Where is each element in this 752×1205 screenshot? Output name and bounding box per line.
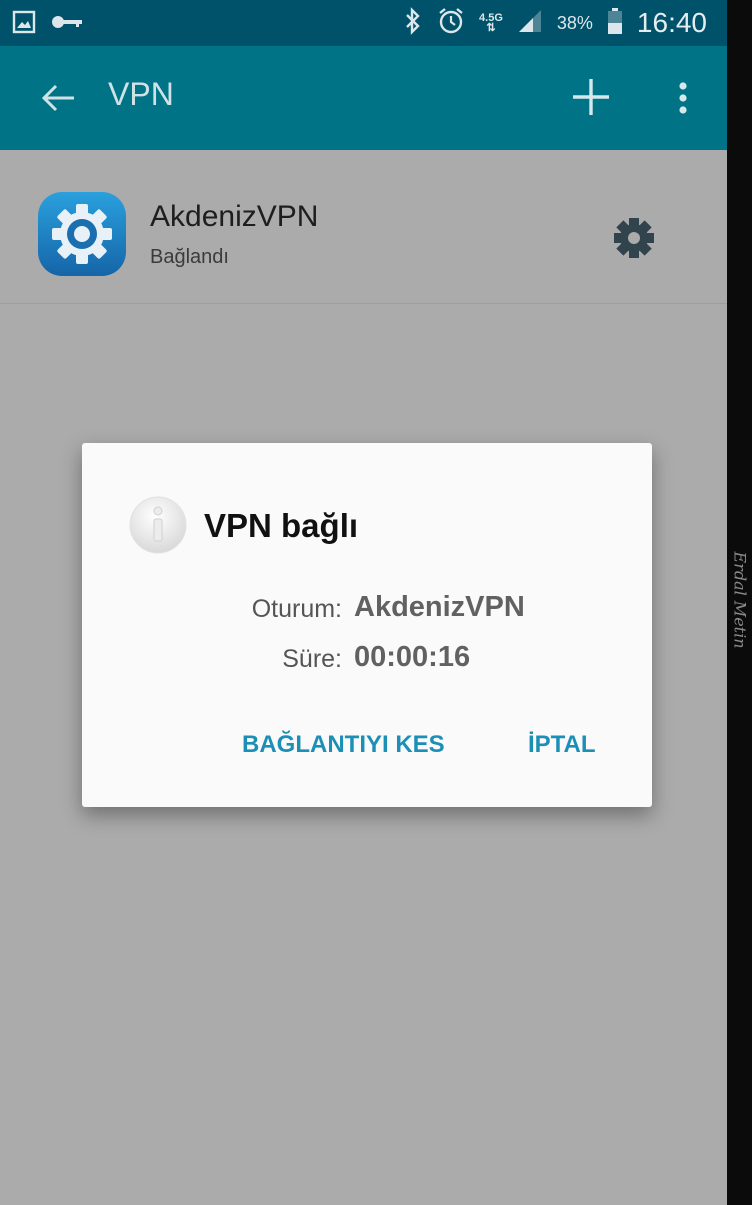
vpn-name: AkdenizVPN (150, 200, 319, 233)
network-type: 4.5G ⇅ (479, 12, 503, 34)
session-label: Oturum: (251, 595, 342, 623)
add-vpn-button[interactable] (568, 74, 614, 120)
status-right-icons: 4.5G ⇅ 38% 16:40 (403, 0, 707, 46)
settings-app-icon (36, 190, 128, 278)
vpn-connected-dialog: VPN bağlı Oturum: AkdenizVPN Süre: 00:00… (82, 443, 652, 807)
signal-icon (517, 8, 543, 39)
status-bar: 4.5G ⇅ 38% 16:40 (0, 0, 727, 46)
arrow-left-icon (41, 84, 74, 112)
more-vert-icon (679, 82, 687, 114)
gear-icon (614, 218, 654, 258)
session-info: Oturum: AkdenizVPN Süre: 00:00:16 (82, 591, 652, 691)
status-time: 16:40 (636, 7, 707, 38)
vpn-key-icon (50, 11, 84, 38)
app-bar: VPN (0, 46, 727, 150)
battery-icon (607, 7, 623, 40)
disconnect-button[interactable]: BAĞLANTIYI KES (242, 731, 445, 759)
watermark-text: Erdal Metin (730, 551, 749, 649)
plus-icon (573, 79, 609, 115)
phone-screen: 4.5G ⇅ 38% 16:40 VPN AkdenizVPN Bağlandı… (0, 0, 727, 1205)
watermark: Erdal Metin (727, 530, 752, 670)
session-value: AkdenizVPN (354, 591, 525, 623)
vpn-list-item[interactable]: AkdenizVPN Bağlandı (0, 150, 727, 304)
page-title: VPN (108, 76, 174, 112)
cancel-button[interactable]: İPTAL (528, 731, 596, 759)
duration-value: 00:00:16 (354, 641, 471, 673)
vpn-status: Bağlandı (150, 246, 229, 268)
duration-label: Süre: (282, 645, 342, 673)
info-icon (128, 495, 188, 555)
back-button[interactable] (36, 76, 80, 120)
bluetooth-icon (403, 6, 423, 40)
more-options-button[interactable] (666, 78, 700, 118)
session-row: Oturum: AkdenizVPN (82, 591, 652, 641)
gallery-icon (12, 10, 36, 39)
status-left-icons (12, 10, 84, 39)
battery-percent: 38% (556, 12, 593, 33)
vpn-settings-button[interactable] (608, 212, 660, 264)
dialog-title: VPN bağlı (204, 507, 359, 544)
duration-row: Süre: 00:00:16 (82, 641, 652, 691)
alarm-icon (437, 7, 465, 40)
